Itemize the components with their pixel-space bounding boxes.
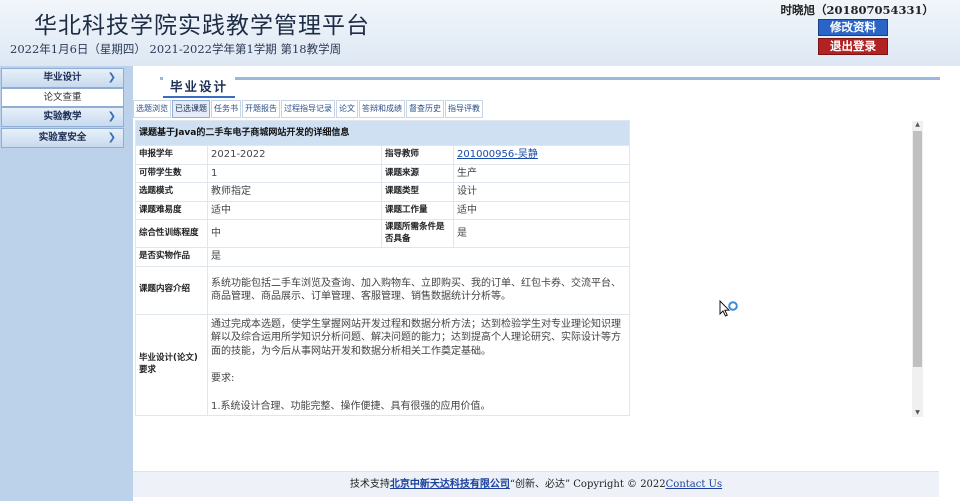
field-value: 适中 <box>207 200 382 220</box>
tab-defense-grades[interactable]: 答辩和成绩 <box>359 100 405 118</box>
field-value: 是 <box>453 219 630 248</box>
header: 华北科技学院实践教学管理平台 2022年1月6日（星期四） 2021-2022学… <box>0 0 960 66</box>
table-row: 可带学生数 1 课题来源 生产 <box>135 163 630 183</box>
contact-link[interactable]: Contact Us <box>666 479 722 490</box>
edit-profile-button[interactable]: 修改资料 <box>818 19 888 36</box>
field-label: 课题难易度 <box>135 200 208 220</box>
company-link[interactable]: 北京中新天达科技有限公司 <box>390 479 510 490</box>
table-row: 综合性训练程度 中 课题所需条件是否具备 是 <box>135 219 630 248</box>
advisor-link[interactable]: 201000956-吴静 <box>457 149 538 160</box>
tab-selected-topic[interactable]: 已选课题 <box>172 100 210 118</box>
field-label: 是否实物作品 <box>135 247 208 267</box>
scroll-up-icon[interactable]: ▲ <box>912 121 923 129</box>
tab-advisor-evaluation[interactable]: 指导评教 <box>445 100 483 118</box>
field-label: 选题模式 <box>135 182 208 202</box>
field-label: 课题类型 <box>381 182 454 202</box>
footer: 技术支持北京中新天达科技有限公司“创新、必达” Copyright © 2022… <box>133 471 939 497</box>
table-row: 毕业设计(论文)要求 通过完成本选题，使学生掌握网站开发过程和数据分析方法；达到… <box>135 313 630 416</box>
table-row: 课题内容介绍 系统功能包括二手车浏览及查询、加入购物车、立即购买、我的订单、红包… <box>135 265 630 315</box>
tab-thesis[interactable]: 论文 <box>336 100 358 118</box>
field-label: 申报学年 <box>135 145 208 165</box>
sidebar-item-label: 毕业设计 <box>43 72 82 83</box>
busy-cursor-icon <box>719 300 738 317</box>
site-title: 华北科技学院实践教学管理平台 <box>34 13 370 39</box>
table-row: 课题难易度 适中 课题工作量 适中 <box>135 200 630 220</box>
field-value: 是 <box>207 247 630 267</box>
sidebar-item-label: 实验室安全 <box>38 132 87 143</box>
tab-bar: 选题浏览 已选课题 任务书 开题报告 过程指导记录 论文 答辩和成绩 督查历史 指导评教 <box>133 100 484 118</box>
table-row: 申报学年 2021-2022 指导教师 201000956-吴静 <box>135 145 630 165</box>
sidebar-item-label: 论文查重 <box>43 92 82 103</box>
field-value: 设计 <box>453 182 630 202</box>
field-label: 指导教师 <box>381 145 454 165</box>
user-name: 时晓旭（201807054331） <box>780 3 934 17</box>
sidebar-item-label: 实验教学 <box>43 111 82 122</box>
chevron-right-icon: ❯ <box>107 111 116 122</box>
footer-prefix: 技术支持 <box>349 479 390 490</box>
main-panel: 毕业设计 选题浏览 已选课题 任务书 开题报告 过程指导记录 论文 答辩和成绩 督查历史 指导评… <box>133 66 960 501</box>
date-line: 2022年1月6日（星期四） 2021-2022学年第1学期 第18教学周 <box>10 42 342 56</box>
field-value: 1 <box>207 163 382 183</box>
field-value: 中 <box>207 219 382 248</box>
logout-button[interactable]: 退出登录 <box>818 38 888 55</box>
tab-task-book[interactable]: 任务书 <box>211 100 241 118</box>
scroll-thumb[interactable] <box>913 131 922 367</box>
field-value: 适中 <box>453 200 630 220</box>
chevron-right-icon: ❯ <box>107 72 116 83</box>
field-label: 课题工作量 <box>381 200 454 220</box>
field-value: 生产 <box>453 163 630 183</box>
field-label: 毕业设计(论文)要求 <box>135 313 208 416</box>
sidebar-item-lab-safety[interactable]: 实验室安全 ❯ <box>1 128 124 148</box>
sidebar-item-plagiarism-check[interactable]: 论文查重 <box>1 88 124 107</box>
vertical-scrollbar[interactable]: ▲ ▼ <box>912 121 923 417</box>
tab-guidance-records[interactable]: 过程指导记录 <box>281 100 335 118</box>
tab-supervision-history[interactable]: 督查历史 <box>406 100 444 118</box>
section-divider <box>160 77 940 80</box>
detail-scroll-area[interactable]: 课题基于Java的二手车电子商城网站开发的详细信息 申报学年 2021-2022… <box>135 120 928 417</box>
field-label: 课题来源 <box>381 163 454 183</box>
section-title: 毕业设计 <box>163 75 236 98</box>
requirement-heading: 要求: <box>211 373 235 384</box>
field-label: 可带学生数 <box>135 163 208 183</box>
sidebar-item-graduation-design[interactable]: 毕业设计 ❯ <box>1 68 124 88</box>
field-value: 教师指定 <box>207 182 382 202</box>
field-value: 系统功能包括二手车浏览及查询、加入购物车、立即购买、我的订单、红包卡券、交流平台… <box>207 265 630 315</box>
topic-detail-table: 课题基于Java的二手车电子商城网站开发的详细信息 申报学年 2021-2022… <box>135 120 630 416</box>
table-row: 选题模式 教师指定 课题类型 设计 <box>135 182 630 202</box>
field-label: 课题内容介绍 <box>135 265 208 315</box>
sidebar: 毕业设计 ❯ 论文查重 实验教学 ❯ 实验室安全 ❯ <box>0 66 133 501</box>
requirement-item: 1.系统设计合理、功能完整、操作便捷、具有很强的应用价值。 <box>211 400 491 412</box>
field-label: 课题所需条件是否具备 <box>381 219 454 248</box>
footer-slogan: “创新、必达” Copyright © 2022 <box>509 479 666 490</box>
table-row: 是否实物作品 是 <box>135 247 630 267</box>
requirement-paragraph: 通过完成本选题，使学生掌握网站开发过程和数据分析方法；达到检验学生对专业理论知识… <box>211 318 621 357</box>
chevron-right-icon: ❯ <box>107 132 116 143</box>
field-value: 2021-2022 <box>207 145 382 165</box>
field-label: 综合性训练程度 <box>135 219 208 248</box>
tab-proposal[interactable]: 开题报告 <box>242 100 280 118</box>
scroll-down-icon[interactable]: ▼ <box>912 409 923 417</box>
tab-topic-browse[interactable]: 选题浏览 <box>133 100 171 118</box>
table-caption: 课题基于Java的二手车电子商城网站开发的详细信息 <box>135 120 630 146</box>
sidebar-item-experiment-teaching[interactable]: 实验教学 ❯ <box>1 107 124 127</box>
